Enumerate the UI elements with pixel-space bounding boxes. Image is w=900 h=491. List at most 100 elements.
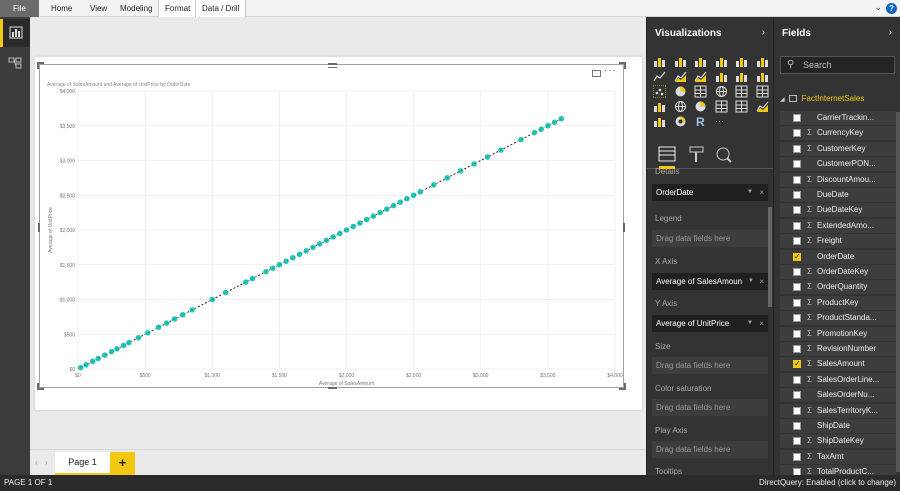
field-row[interactable]: Σ CurrencyKey — [780, 126, 896, 141]
scatter-point[interactable] — [410, 192, 417, 199]
field-row[interactable]: DueDate — [780, 188, 896, 202]
line-chart-icon[interactable] — [653, 70, 666, 83]
fields-scrollbar[interactable] — [896, 112, 900, 472]
file-tab[interactable]: File — [0, 0, 39, 17]
kpi-icon[interactable] — [755, 100, 769, 113]
scatter-point[interactable] — [94, 355, 102, 362]
scatter-point[interactable] — [517, 136, 525, 143]
field-row[interactable]: Σ DueDateKey — [780, 203, 896, 218]
size-well[interactable]: Drag data fields here — [652, 357, 768, 374]
filled-map-icon[interactable] — [674, 100, 687, 113]
area-chart-icon[interactable] — [673, 70, 687, 83]
field-checkbox[interactable] — [793, 357, 801, 371]
clustered-column-icon[interactable] — [715, 55, 728, 68]
table-icon[interactable] — [735, 85, 748, 98]
field-row[interactable]: Σ OrderDateKey — [780, 265, 896, 279]
field-row[interactable]: Σ SalesOrderLine... — [780, 372, 896, 387]
details-well[interactable]: OrderDate ▼ × — [652, 184, 768, 201]
y-axis-well[interactable]: Average of UnitPrice ▼ × — [652, 315, 768, 332]
relationships-view-button[interactable] — [0, 49, 30, 77]
scatter-point[interactable] — [443, 174, 451, 182]
scatter-point[interactable] — [179, 311, 186, 319]
scatter-point[interactable] — [531, 129, 538, 136]
scatter-point[interactable] — [390, 202, 397, 209]
field-row[interactable]: Σ PromotionKey — [780, 326, 896, 341]
field-checkbox[interactable] — [793, 268, 801, 276]
scatter-point[interactable] — [209, 296, 216, 303]
scatter-point[interactable] — [430, 181, 438, 189]
field-checkbox[interactable] — [793, 422, 801, 430]
scatter-point[interactable] — [296, 251, 303, 258]
matrix-icon[interactable] — [756, 85, 769, 98]
format-tab-icon[interactable] — [689, 146, 704, 162]
scatter-point[interactable] — [144, 329, 152, 337]
scatter-point[interactable] — [497, 146, 505, 154]
scatter-point[interactable] — [383, 205, 391, 213]
treemap-icon[interactable] — [694, 85, 707, 98]
gauge-icon[interactable] — [694, 100, 707, 113]
scatter-point[interactable] — [336, 230, 344, 237]
scatter-point[interactable] — [89, 358, 97, 365]
scatter-point[interactable] — [101, 351, 109, 359]
scatter-point[interactable] — [289, 254, 297, 262]
field-row[interactable]: Σ RevisionNumber — [780, 342, 896, 356]
remove-icon[interactable]: × — [759, 315, 764, 332]
field-checkbox[interactable] — [793, 221, 801, 230]
viz-pane-scrollbar[interactable] — [768, 207, 772, 307]
scatter-point[interactable] — [155, 324, 162, 331]
fields-search-input[interactable]: ⚲ Search — [780, 56, 895, 74]
pie-chart-icon[interactable] — [674, 85, 687, 98]
scatter-point[interactable] — [108, 348, 115, 355]
more-visuals-icon[interactable]: ··· — [715, 115, 728, 128]
resize-handle[interactable] — [37, 383, 39, 390]
tab-format[interactable]: Format — [158, 0, 198, 17]
field-row[interactable]: Σ ProductKey — [780, 295, 896, 310]
scatter-point[interactable] — [113, 345, 121, 353]
field-checkbox[interactable] — [793, 329, 801, 338]
field-checkbox[interactable] — [793, 129, 801, 138]
slicer-icon[interactable] — [653, 115, 666, 128]
prev-page-icon[interactable]: ‹ — [35, 458, 38, 467]
scatter-point[interactable] — [343, 226, 350, 234]
add-page-button[interactable]: + — [110, 452, 135, 476]
tab-data-drill[interactable]: Data / Drill — [195, 0, 247, 17]
field-row[interactable]: CarrierTrackin... — [780, 111, 896, 125]
scatter-point[interactable] — [470, 160, 478, 168]
scatter-point[interactable] — [551, 119, 558, 126]
scatter-point[interactable] — [282, 258, 290, 265]
report-view-button[interactable] — [0, 19, 30, 47]
field-checkbox[interactable] — [793, 314, 801, 323]
page-tab[interactable]: Page 1 — [55, 452, 110, 476]
collapse-ribbon-icon[interactable]: ⌄ — [874, 2, 882, 13]
x-axis-well[interactable]: Average of SalesAmoun ▼ × — [652, 273, 768, 290]
line-clustered-icon[interactable] — [735, 70, 748, 83]
scatter-point[interactable] — [376, 209, 384, 216]
field-row[interactable]: CustomerPON... — [780, 157, 896, 172]
scatter-point[interactable] — [120, 342, 127, 349]
donut-icon[interactable] — [674, 115, 687, 128]
scatter-point[interactable] — [403, 195, 411, 202]
scatter-point[interactable] — [135, 334, 142, 341]
field-checkbox[interactable] — [793, 345, 801, 353]
card-icon[interactable] — [715, 100, 728, 113]
funnel-icon[interactable] — [653, 100, 666, 113]
remove-icon[interactable]: × — [759, 273, 764, 290]
scatter-point[interactable] — [82, 361, 90, 369]
clustered-bar-icon[interactable] — [694, 55, 707, 68]
scatter-point[interactable] — [302, 247, 310, 255]
play-axis-well[interactable]: Drag data fields here — [652, 441, 768, 458]
scatter-point[interactable] — [323, 237, 330, 244]
scatter-point[interactable] — [262, 268, 270, 275]
field-row[interactable]: Σ TaxAmt — [780, 449, 896, 464]
field-row[interactable]: Σ ShipDateKey — [780, 434, 896, 449]
100-bar-icon[interactable] — [735, 55, 748, 68]
dropdown-icon[interactable]: ▼ — [747, 315, 753, 332]
directquery-status[interactable]: DirectQuery: Enabled (click to change) — [759, 475, 896, 491]
scatter-chart-icon[interactable] — [652, 84, 667, 99]
scatter-point[interactable] — [484, 153, 491, 161]
field-row[interactable]: ShipDate — [780, 419, 896, 433]
scatter-point[interactable] — [537, 125, 545, 133]
field-checkbox[interactable] — [793, 468, 801, 475]
stacked-bar-icon[interactable] — [653, 55, 666, 68]
scatter-point[interactable] — [558, 115, 565, 123]
